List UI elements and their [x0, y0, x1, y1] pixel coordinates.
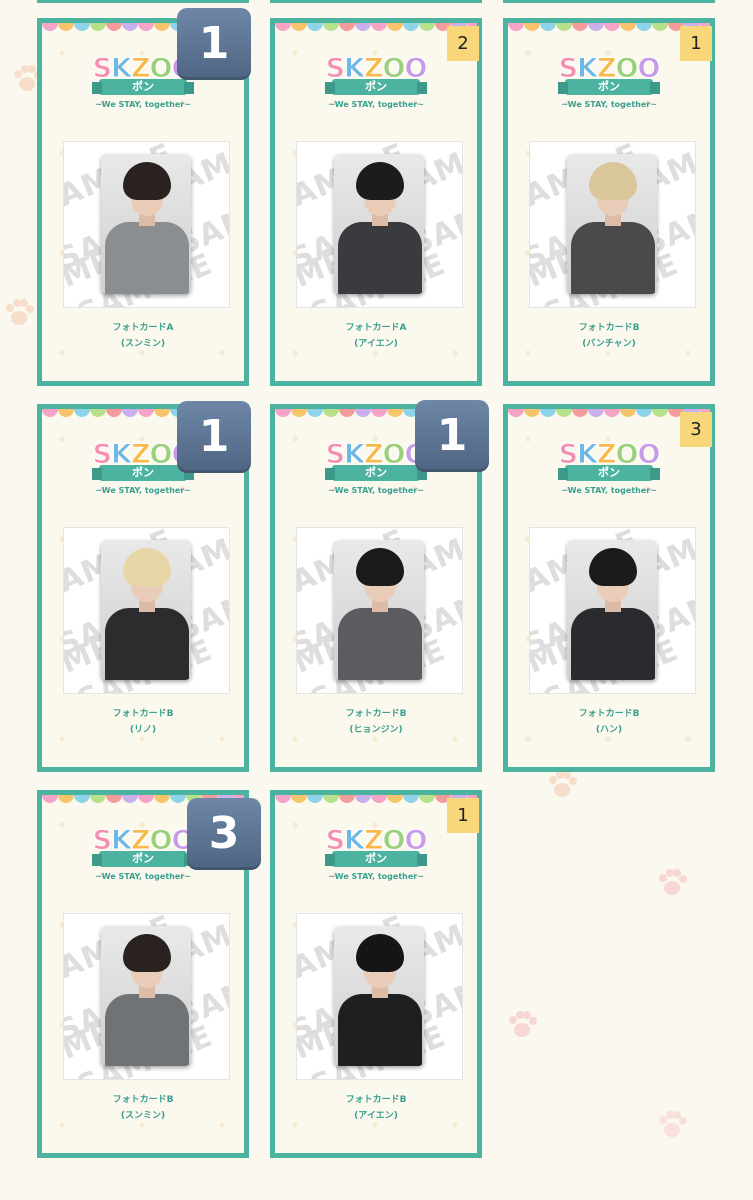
member-name-label: (ハン)	[595, 725, 623, 735]
member-photo	[334, 926, 424, 1066]
logo-ribbon: ポン	[558, 465, 660, 481]
logo-subtitle: ~We STAY, together~	[95, 100, 191, 109]
count-badge: 1	[680, 26, 712, 61]
logo-ribbon: ポン	[325, 851, 427, 867]
member-name-label: (スンミン)	[120, 1111, 166, 1121]
card-type-label: フォトカードB	[112, 709, 174, 719]
logo-subtitle: ~We STAY, together~	[561, 100, 657, 109]
member-photo	[101, 540, 191, 680]
count-badge: 1	[447, 798, 479, 833]
member-photo	[334, 540, 424, 680]
logo-subtitle: ~We STAY, together~	[328, 872, 424, 881]
member-name-label: (アイエン)	[354, 1111, 398, 1121]
member-name-label: (スンミン)	[120, 339, 166, 349]
count-badge: 1	[177, 8, 251, 80]
skzoo-logo: SKZOOポン~We STAY, together~	[557, 53, 661, 113]
logo-ribbon: ポン	[92, 851, 194, 867]
photocard-item[interactable]: SKZOOポン~We STAY, together~SAMPLESAMPLESA…	[270, 790, 482, 1158]
photocard-item[interactable]: SKZOOポン~We STAY, together~SAMPLESAMPLESA…	[503, 18, 715, 386]
paw-print-icon	[6, 299, 34, 325]
logo-ribbon: ポン	[325, 465, 427, 481]
photo-frame: SAMPLESAMPLESAMPLESAMPLESAMPLESAMPLE	[296, 913, 463, 1080]
count-badge: 3	[187, 798, 261, 870]
logo-subtitle: ~We STAY, together~	[95, 486, 191, 495]
logo-subtitle: ~We STAY, together~	[328, 486, 424, 495]
card-type-label: フォトカードA	[112, 323, 174, 333]
card-type-label: フォトカードB	[345, 709, 407, 719]
previous-card-edge	[270, 0, 482, 3]
skzoo-logo: SKZOOポン~We STAY, together~	[91, 825, 195, 885]
card-type-label: フォトカードB	[345, 1095, 407, 1105]
member-name-label: (バンチャン)	[582, 339, 636, 349]
count-badge: 1	[415, 400, 489, 472]
photo-frame: SAMPLESAMPLESAMPLESAMPLESAMPLESAMPLE	[296, 141, 463, 308]
card-type-label: フォトカードB	[578, 323, 640, 333]
member-photo	[567, 540, 657, 680]
member-name-label: (リノ)	[129, 725, 157, 735]
count-badge: 3	[680, 412, 712, 447]
member-photo	[567, 154, 657, 294]
previous-card-edge	[503, 0, 715, 3]
paw-print-icon	[549, 771, 577, 797]
card-type-label: フォトカードA	[345, 323, 407, 333]
skzoo-logo: SKZOOポン~We STAY, together~	[324, 53, 428, 113]
card-type-label: フォトカードB	[112, 1095, 174, 1105]
paw-print-icon	[659, 869, 687, 895]
count-badge: 2	[447, 26, 479, 61]
photocard-item[interactable]: SKZOOポン~We STAY, together~SAMPLESAMPLESA…	[270, 18, 482, 386]
logo-ribbon: ポン	[325, 79, 427, 95]
member-photo	[334, 154, 424, 294]
skzoo-logo: SKZOOポン~We STAY, together~	[557, 439, 661, 499]
paw-print-icon	[509, 1011, 537, 1037]
logo-subtitle: ~We STAY, together~	[95, 872, 191, 881]
photo-frame: SAMPLESAMPLESAMPLESAMPLESAMPLESAMPLE	[529, 527, 696, 694]
skzoo-logo: SKZOOポン~We STAY, together~	[324, 825, 428, 885]
photo-frame: SAMPLESAMPLESAMPLESAMPLESAMPLESAMPLE	[529, 141, 696, 308]
member-photo	[101, 926, 191, 1066]
logo-ribbon: ポン	[92, 465, 194, 481]
photo-frame: SAMPLESAMPLESAMPLESAMPLESAMPLESAMPLE	[63, 913, 230, 1080]
paw-print-icon	[659, 1111, 687, 1137]
photo-frame: SAMPLESAMPLESAMPLESAMPLESAMPLESAMPLE	[63, 527, 230, 694]
photocard-item[interactable]: SKZOOポン~We STAY, together~SAMPLESAMPLESA…	[503, 404, 715, 772]
member-name-label: (ヒョンジン)	[349, 725, 403, 735]
photo-frame: SAMPLESAMPLESAMPLESAMPLESAMPLESAMPLE	[296, 527, 463, 694]
logo-ribbon: ポン	[92, 79, 194, 95]
photo-frame: SAMPLESAMPLESAMPLESAMPLESAMPLESAMPLE	[63, 141, 230, 308]
logo-subtitle: ~We STAY, together~	[561, 486, 657, 495]
previous-card-edge	[37, 0, 249, 3]
member-photo	[101, 154, 191, 294]
skzoo-logo: SKZOOポン~We STAY, together~	[324, 439, 428, 499]
card-type-label: フォトカードB	[578, 709, 640, 719]
logo-subtitle: ~We STAY, together~	[328, 100, 424, 109]
logo-ribbon: ポン	[558, 79, 660, 95]
member-name-label: (アイエン)	[354, 339, 398, 349]
count-badge: 1	[177, 401, 251, 473]
